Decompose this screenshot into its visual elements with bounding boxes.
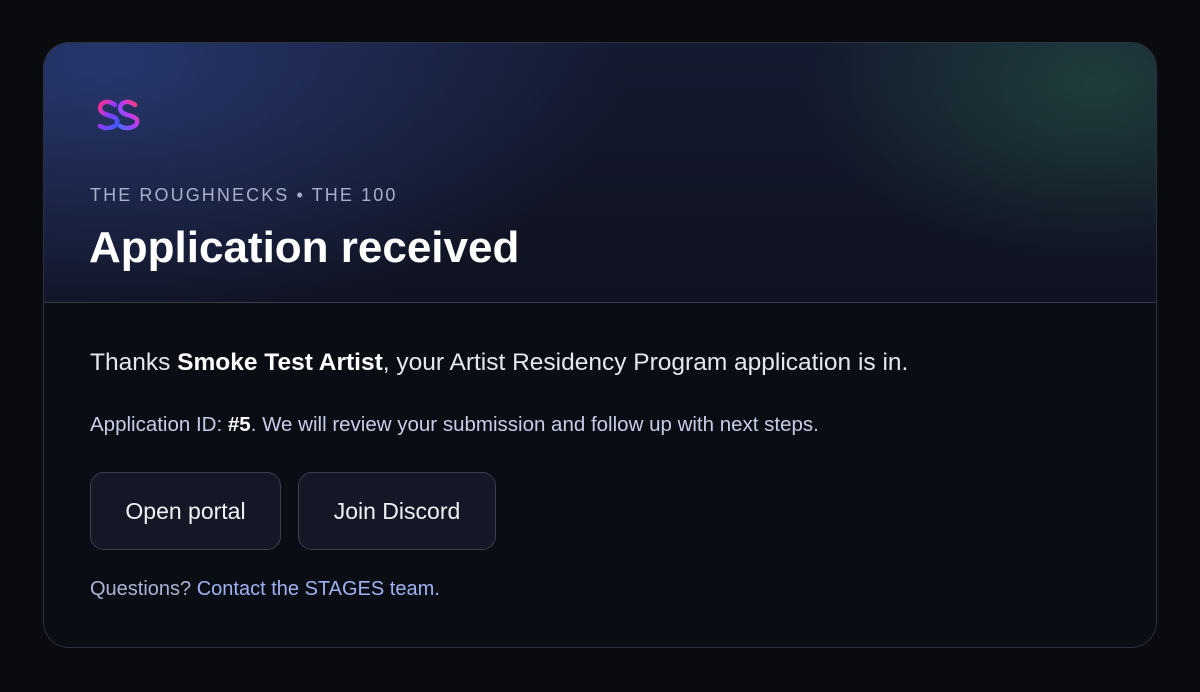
card-header: THE ROUGHNECKS • THE 100 Application rec… xyxy=(44,43,1156,303)
confirmation-card: THE ROUGHNECKS • THE 100 Application rec… xyxy=(43,42,1157,648)
questions-prefix: Questions? xyxy=(90,578,197,600)
application-id-suffix: . We will review your submission and fol… xyxy=(250,413,819,436)
join-discord-button[interactable]: Join Discord xyxy=(298,472,496,550)
program-eyebrow: THE ROUGHNECKS • THE 100 xyxy=(90,185,398,205)
artist-name: Smoke Test Artist xyxy=(177,349,383,376)
page-title: Application received xyxy=(89,223,520,272)
thanks-suffix: , your Artist Residency Program applicat… xyxy=(382,349,909,376)
card-body: Thanks Smoke Test Artist, your Artist Re… xyxy=(44,303,1156,647)
application-id-message: Application ID: #5. We will review your … xyxy=(90,413,819,437)
stages-logo-icon xyxy=(97,99,140,131)
application-id: #5 xyxy=(227,413,251,436)
thanks-prefix: Thanks xyxy=(90,349,178,376)
questions-footer: Questions? Contact the STAGES team. xyxy=(90,578,440,601)
thanks-message: Thanks Smoke Test Artist, your Artist Re… xyxy=(90,349,908,377)
contact-team-link[interactable]: Contact the STAGES team. xyxy=(197,578,440,600)
open-portal-button[interactable]: Open portal xyxy=(90,472,281,550)
application-id-prefix: Application ID: xyxy=(90,413,228,436)
